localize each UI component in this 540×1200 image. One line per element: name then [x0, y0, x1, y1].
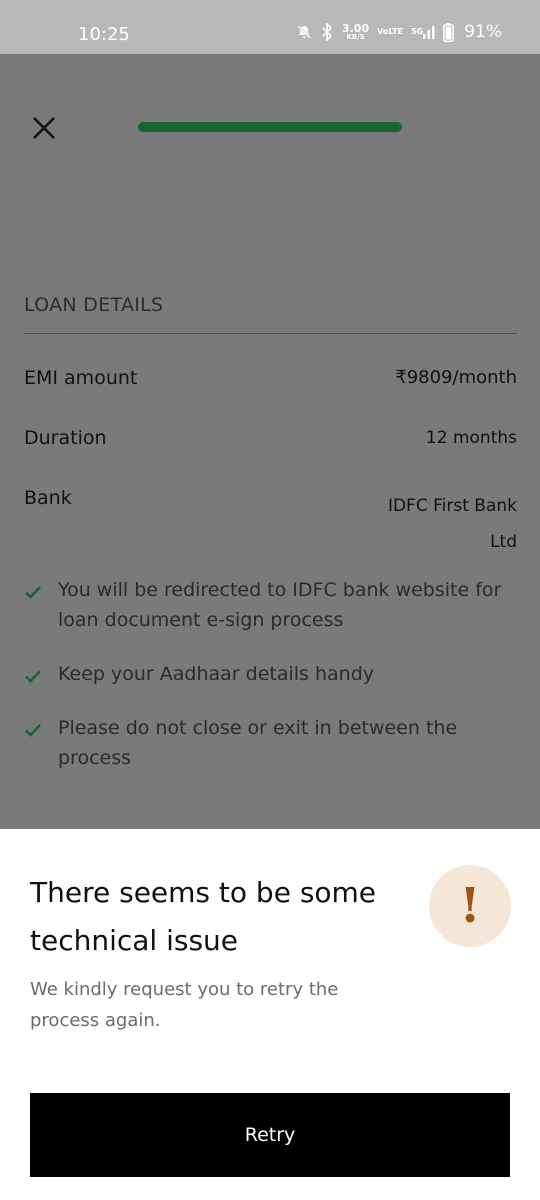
- exclamation-mark: !: [459, 878, 481, 934]
- duration-value: 12 months: [425, 428, 517, 448]
- checkmark-icon: [25, 586, 41, 599]
- signal-icon: 5G: [411, 25, 435, 39]
- bank-label: Bank: [24, 487, 72, 509]
- checklist-text: Keep your Aadhaar details handy: [58, 663, 375, 685]
- emi-amount-value: ₹9809/month: [395, 367, 517, 388]
- status-bar: 10:25 3.00 KB/S Vo LTE 5G 91%: [0, 0, 540, 54]
- status-time: 10:25: [78, 24, 130, 45]
- battery-percent: 91%: [464, 22, 502, 42]
- checklist-text: You will be redirected to IDFC bank webs…: [58, 579, 502, 631]
- checklist-item: Please do not close or exit in between t…: [24, 713, 514, 773]
- checklist-text: Please do not close or exit in between t…: [58, 717, 458, 769]
- network-type: 5G: [411, 27, 424, 36]
- section-title: LOAN DETAILS: [24, 294, 164, 316]
- error-title: There seems to be some technical issue: [30, 876, 377, 957]
- bank-value: IDFC First Bank Ltd: [387, 496, 517, 552]
- retry-button[interactable]: Retry: [30, 1093, 510, 1177]
- bluetooth-icon: [320, 23, 334, 41]
- divider: [24, 333, 517, 334]
- checklist-item: Keep your Aadhaar details handy: [24, 659, 514, 689]
- loan-details-page: LOAN DETAILS EMI amount ₹9809/month Dura…: [0, 54, 540, 829]
- checkmark-icon: [25, 724, 41, 737]
- close-icon: [33, 117, 55, 139]
- error-message: We kindly request you to retry the proce…: [30, 979, 339, 1031]
- exclamation-icon: !: [429, 865, 511, 947]
- close-button[interactable]: [30, 114, 58, 142]
- error-bottom-sheet: There seems to be some technical issue !…: [0, 829, 540, 1200]
- emi-amount-label: EMI amount: [24, 367, 138, 389]
- progress-bar: [138, 122, 402, 132]
- status-icons: 3.00 KB/S Vo LTE 5G 91%: [296, 22, 502, 42]
- volte-indicator: Vo LTE: [377, 27, 404, 36]
- duration-label: Duration: [24, 427, 107, 449]
- checklist-item: You will be redirected to IDFC bank webs…: [24, 575, 514, 635]
- net-speed: 3.00 KB/S: [341, 22, 370, 41]
- progress-fill: [138, 122, 402, 132]
- checkmark-icon: [25, 670, 41, 683]
- mute-bell-icon: [296, 24, 312, 40]
- battery-icon: [443, 22, 455, 42]
